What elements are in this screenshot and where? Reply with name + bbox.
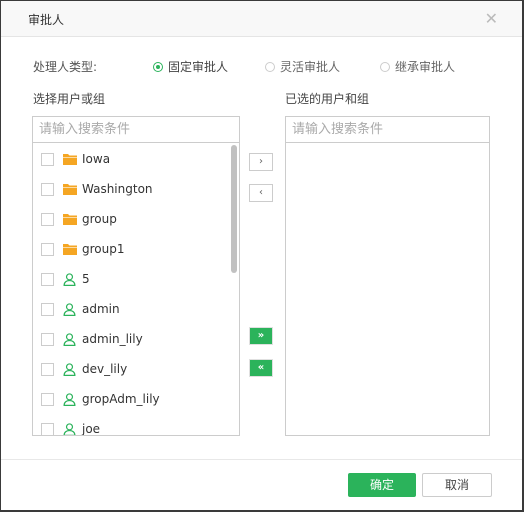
approver-dialog: 审批人 ✕ 处理人类型: 固定审批人 灵活审批人 继承审批人 选择用户或组 已选… bbox=[1, 1, 522, 510]
folder-icon bbox=[63, 213, 77, 225]
item-checkbox[interactable] bbox=[41, 422, 54, 435]
handler-type-label: 处理人类型: bbox=[33, 60, 98, 74]
item-checkbox[interactable] bbox=[41, 392, 54, 406]
item-checkbox[interactable] bbox=[41, 332, 54, 346]
cancel-button[interactable]: 取消 bbox=[422, 473, 492, 497]
item-label: group1 bbox=[82, 242, 125, 256]
user-icon bbox=[63, 393, 77, 406]
list-item[interactable]: admin bbox=[33, 294, 223, 324]
radio-label: 固定审批人 bbox=[168, 60, 229, 74]
remove-selected-button[interactable]: ‹ bbox=[249, 184, 273, 202]
item-label: dev_lily bbox=[82, 362, 128, 376]
list-item[interactable]: group bbox=[33, 204, 223, 234]
user-icon bbox=[63, 423, 77, 435]
radio-circle bbox=[265, 61, 275, 72]
item-label: joe bbox=[82, 422, 101, 435]
list-item[interactable]: admin_lily bbox=[33, 324, 223, 354]
left-search-input[interactable] bbox=[33, 117, 239, 141]
item-label: admin bbox=[82, 302, 120, 316]
item-checkbox[interactable] bbox=[41, 302, 54, 316]
dialog-title: 审批人 bbox=[28, 13, 65, 27]
list-item[interactable]: group1 bbox=[33, 234, 223, 264]
right-search-input[interactable] bbox=[286, 117, 489, 141]
item-checkbox[interactable] bbox=[41, 212, 54, 226]
radio-label: 灵活审批人 bbox=[280, 60, 341, 74]
radio-flexible-approver[interactable]: 灵活审批人 bbox=[265, 58, 340, 75]
user-icon bbox=[63, 363, 77, 376]
right-search-box bbox=[286, 117, 489, 143]
dialog-footer: 确定 取消 bbox=[1, 459, 522, 511]
left-list: Iowa Washington group group1 5 admin admin_lil… bbox=[33, 143, 239, 435]
folder-icon bbox=[63, 153, 77, 165]
item-label: 5 bbox=[82, 272, 90, 286]
item-checkbox[interactable] bbox=[41, 362, 54, 376]
left-scrollbar[interactable] bbox=[231, 145, 237, 273]
item-label: group bbox=[82, 212, 117, 226]
radio-label: 继承审批人 bbox=[395, 60, 456, 74]
folder-icon bbox=[63, 243, 77, 255]
item-label: admin_lily bbox=[82, 332, 143, 346]
close-icon[interactable]: ✕ bbox=[485, 9, 498, 28]
add-selected-button[interactable]: › bbox=[249, 153, 273, 171]
list-item[interactable]: Iowa bbox=[33, 144, 223, 174]
item-label: Iowa bbox=[82, 152, 111, 166]
item-checkbox[interactable] bbox=[41, 182, 54, 196]
left-panel: Iowa Washington group group1 5 admin admin_lil… bbox=[32, 116, 240, 436]
list-item[interactable]: joe bbox=[33, 414, 223, 435]
dialog-header: 审批人 ✕ bbox=[1, 1, 522, 37]
list-item[interactable]: gropAdm_lily bbox=[33, 384, 223, 414]
radio-circle bbox=[153, 61, 163, 72]
user-icon bbox=[63, 273, 77, 286]
confirm-button[interactable]: 确定 bbox=[348, 473, 416, 497]
handler-type-row: 处理人类型: 固定审批人 灵活审批人 继承审批人 bbox=[33, 58, 493, 74]
item-label: Washington bbox=[82, 182, 153, 196]
remove-all-button[interactable]: « bbox=[249, 359, 273, 377]
folder-icon bbox=[63, 183, 77, 195]
list-item[interactable]: 5 bbox=[33, 264, 223, 294]
item-label: gropAdm_lily bbox=[82, 392, 160, 406]
item-checkbox[interactable] bbox=[41, 242, 54, 256]
item-checkbox[interactable] bbox=[41, 272, 54, 286]
left-search-box bbox=[33, 117, 239, 143]
radio-fixed-approver[interactable]: 固定审批人 bbox=[153, 58, 228, 75]
right-panel bbox=[285, 116, 490, 436]
add-all-button[interactable]: » bbox=[249, 327, 273, 345]
left-panel-label: 选择用户或组 bbox=[33, 92, 106, 106]
list-item[interactable]: dev_lily bbox=[33, 354, 223, 384]
radio-inherit-approver[interactable]: 继承审批人 bbox=[380, 58, 455, 75]
user-icon bbox=[63, 303, 77, 316]
radio-circle bbox=[380, 61, 390, 72]
right-list bbox=[286, 143, 489, 435]
user-icon bbox=[63, 333, 77, 346]
item-checkbox[interactable] bbox=[41, 152, 54, 166]
right-panel-label: 已选的用户和组 bbox=[285, 92, 370, 106]
list-item[interactable]: Washington bbox=[33, 174, 223, 204]
